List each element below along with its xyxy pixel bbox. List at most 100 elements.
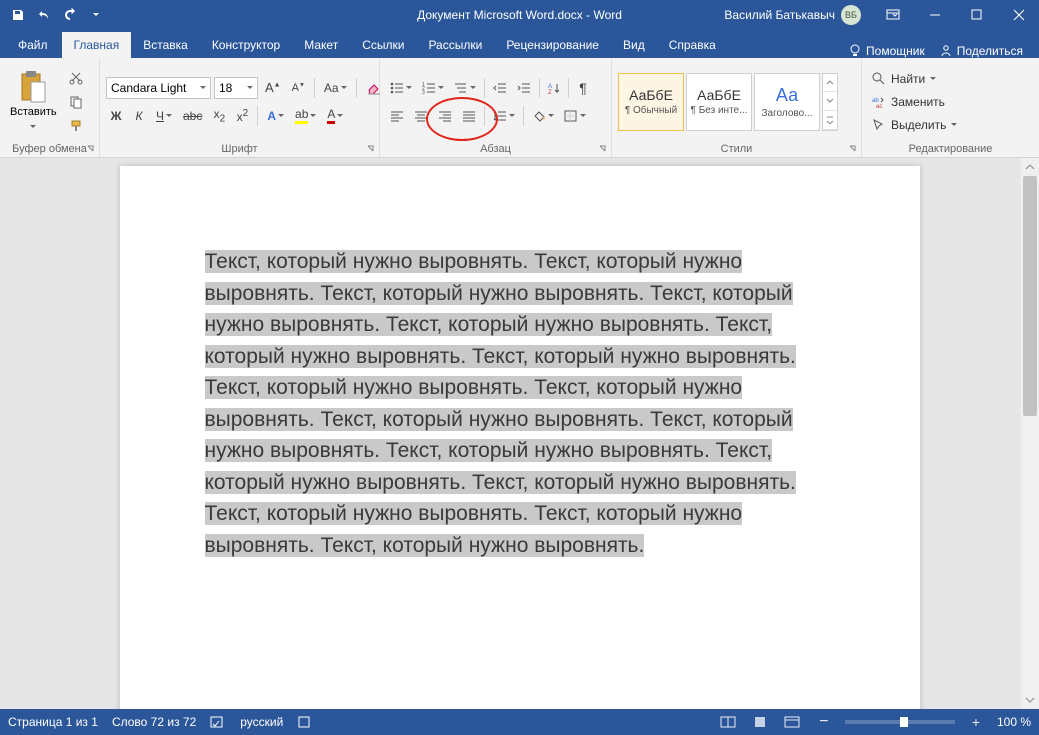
shading-button[interactable] xyxy=(528,105,558,127)
statusbar: Страница 1 из 1 Слово 72 из 72 русский −… xyxy=(0,709,1039,735)
save-button[interactable] xyxy=(6,3,30,27)
bullets-button[interactable] xyxy=(386,77,416,99)
shrink-font-button[interactable]: A▼ xyxy=(288,77,309,99)
styles-expand[interactable] xyxy=(823,111,837,130)
strikethrough-button[interactable]: abc xyxy=(179,105,206,127)
style-no-spacing[interactable]: АаБбЕ ¶ Без инте... xyxy=(686,73,752,131)
tab-review[interactable]: Рецензирование xyxy=(494,32,611,58)
tab-file[interactable]: Файл xyxy=(6,32,60,58)
tab-mailings[interactable]: Рассылки xyxy=(416,32,494,58)
maximize-button[interactable] xyxy=(957,0,997,30)
zoom-out-button[interactable]: − xyxy=(813,712,835,732)
sort-button[interactable]: AZ xyxy=(544,77,564,99)
tab-insert[interactable]: Вставка xyxy=(131,32,200,58)
align-center-button[interactable] xyxy=(410,105,432,127)
underline-button[interactable]: Ч xyxy=(152,105,176,127)
group-label: Шрифт xyxy=(106,141,373,155)
ribbon-display-options[interactable] xyxy=(873,0,913,30)
close-button[interactable] xyxy=(999,0,1039,30)
zoom-knob[interactable] xyxy=(900,717,908,727)
zoom-in-button[interactable]: + xyxy=(965,712,987,732)
user-account[interactable]: Василий Батькавыч ВБ xyxy=(714,5,871,25)
tab-references[interactable]: Ссылки xyxy=(350,32,416,58)
font-color-button[interactable]: A xyxy=(323,105,347,127)
scroll-track[interactable] xyxy=(1021,176,1039,691)
style-normal[interactable]: АаБбЕ ¶ Обычный xyxy=(618,73,684,131)
format-painter-button[interactable] xyxy=(65,116,87,136)
share-button[interactable]: Поделиться xyxy=(939,44,1023,58)
font-size-combo[interactable]: 18 xyxy=(214,77,258,99)
undo-button[interactable] xyxy=(32,3,56,27)
align-right-button[interactable] xyxy=(434,105,456,127)
align-left-button[interactable] xyxy=(386,105,408,127)
grow-font-button[interactable]: A▲ xyxy=(261,77,285,99)
styles-row-up[interactable] xyxy=(823,74,837,93)
styles-row-down[interactable] xyxy=(823,92,837,111)
line-spacing-button[interactable] xyxy=(489,105,519,127)
record-icon xyxy=(297,715,311,729)
style-heading1[interactable]: Аа Заголово... xyxy=(754,73,820,131)
replace-button[interactable]: abac Заменить xyxy=(868,92,961,112)
scroll-down-button[interactable] xyxy=(1021,691,1039,709)
scroll-thumb[interactable] xyxy=(1023,176,1037,416)
copy-button[interactable] xyxy=(65,92,87,112)
status-macro[interactable] xyxy=(297,715,311,729)
find-button[interactable]: Найти xyxy=(868,69,961,89)
bold-button[interactable]: Ж xyxy=(106,105,126,127)
tell-me-button[interactable]: Помощник xyxy=(848,44,925,58)
vertical-scrollbar[interactable] xyxy=(1021,158,1039,709)
styles-launcher[interactable] xyxy=(847,143,859,155)
status-page[interactable]: Страница 1 из 1 xyxy=(8,715,98,729)
status-language[interactable]: русский xyxy=(240,715,283,729)
paste-button[interactable]: Вставить xyxy=(6,68,61,136)
borders-icon xyxy=(564,110,578,122)
cut-button[interactable] xyxy=(65,68,87,88)
page[interactable]: Текст, который нужно выровнять. Текст, к… xyxy=(120,166,920,709)
print-layout-button[interactable] xyxy=(749,712,771,732)
superscript-button[interactable]: x2 xyxy=(232,105,252,127)
numbering-button[interactable]: 123 xyxy=(418,77,448,99)
status-proofing[interactable] xyxy=(210,715,226,729)
select-button[interactable]: Выделить xyxy=(868,115,961,135)
italic-button[interactable]: К xyxy=(129,105,149,127)
scroll-up-button[interactable] xyxy=(1021,158,1039,176)
paste-icon xyxy=(18,70,48,104)
show-marks-button[interactable]: ¶ xyxy=(573,77,593,99)
user-avatar: ВБ xyxy=(841,5,861,25)
selected-text[interactable]: Текст, который нужно выровнять. Текст, к… xyxy=(205,250,796,557)
font-launcher[interactable] xyxy=(365,143,377,155)
redo-button[interactable] xyxy=(58,3,82,27)
subscript-button[interactable]: x2 xyxy=(209,105,229,127)
paragraph-launcher[interactable] xyxy=(597,143,609,155)
zoom-level[interactable]: 100 % xyxy=(997,715,1031,729)
user-name: Василий Батькавыч xyxy=(724,8,835,22)
minimize-button[interactable] xyxy=(915,0,955,30)
multilevel-list-button[interactable] xyxy=(450,77,480,99)
styles-more xyxy=(822,73,838,131)
zoom-slider[interactable] xyxy=(845,720,955,724)
web-layout-button[interactable] xyxy=(781,712,803,732)
status-words[interactable]: Слово 72 из 72 xyxy=(112,715,196,729)
clipboard-launcher[interactable] xyxy=(85,143,97,155)
brush-icon xyxy=(69,119,83,133)
decrease-indent-button[interactable] xyxy=(489,77,511,99)
read-mode-button[interactable] xyxy=(717,712,739,732)
document-area[interactable]: Текст, который нужно выровнять. Текст, к… xyxy=(0,158,1039,709)
tab-help[interactable]: Справка xyxy=(657,32,728,58)
borders-button[interactable] xyxy=(560,105,590,127)
styles-gallery: АаБбЕ ¶ Обычный АаБбЕ ¶ Без инте... Аа З… xyxy=(618,73,838,131)
qat-customize[interactable] xyxy=(84,3,108,27)
highlight-button[interactable]: ab xyxy=(291,105,320,127)
tab-home[interactable]: Главная xyxy=(62,32,132,58)
text-effects-button[interactable]: A xyxy=(263,105,288,127)
lightbulb-icon xyxy=(848,44,862,58)
tab-view[interactable]: Вид xyxy=(611,32,657,58)
tab-layout[interactable]: Макет xyxy=(292,32,350,58)
change-case-button[interactable]: Aa xyxy=(320,77,351,99)
tab-design[interactable]: Конструктор xyxy=(200,32,292,58)
justify-button[interactable] xyxy=(458,105,480,127)
increase-indent-button[interactable] xyxy=(513,77,535,99)
group-font: Candara Light 18 A▲ A▼ Aa Ж К Ч abc x2 x… xyxy=(100,58,380,157)
justify-icon xyxy=(462,110,476,122)
font-name-combo[interactable]: Candara Light xyxy=(106,77,211,99)
